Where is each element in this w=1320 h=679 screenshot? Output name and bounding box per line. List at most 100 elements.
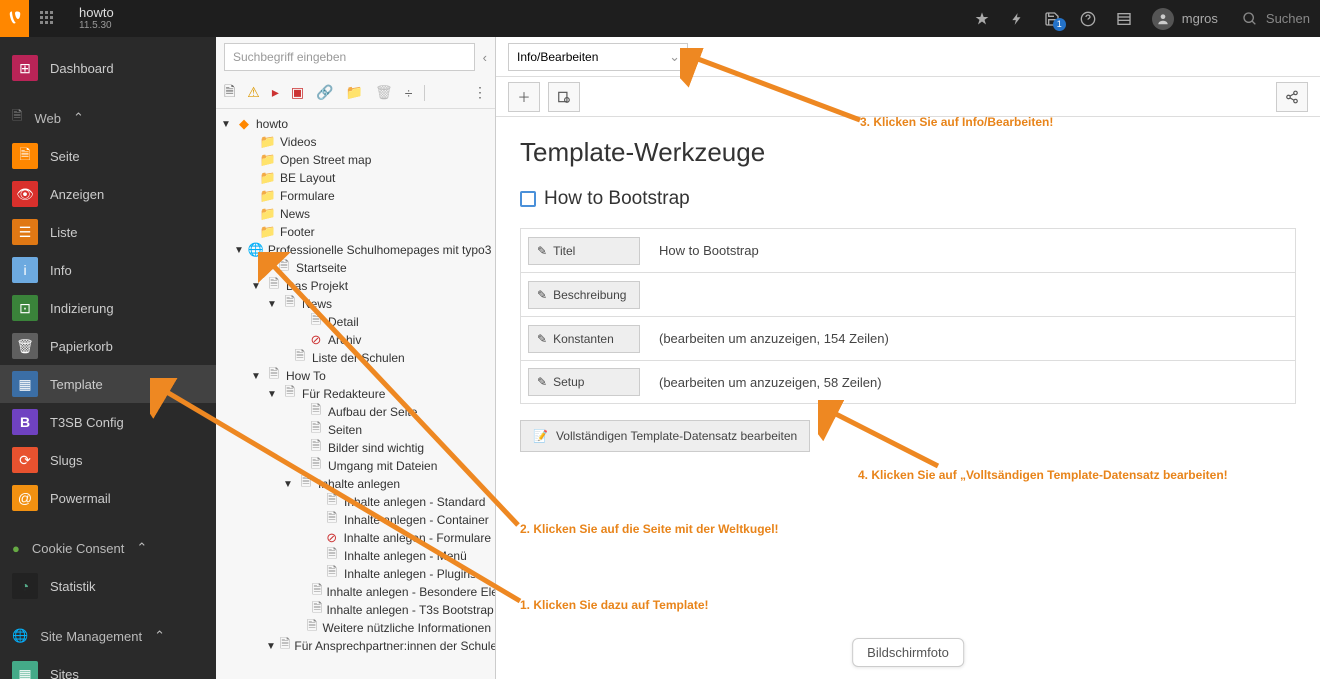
- row-description: ✎Beschreibung: [520, 272, 1296, 316]
- folder-icon: 📁: [260, 206, 276, 222]
- share-button[interactable]: [1276, 82, 1308, 112]
- module-dashboard[interactable]: ⊞Dashboard: [0, 49, 216, 87]
- edit-setup-button[interactable]: ✎Setup: [528, 368, 640, 396]
- apps-grid-icon[interactable]: [39, 10, 57, 28]
- page-icon: 🗎: [308, 314, 324, 330]
- tree-node[interactable]: 🗎Inhalte anlegen - T3s Bootstrap: [216, 601, 495, 619]
- page-icon: 🗎: [308, 458, 324, 474]
- tree-node[interactable]: 📁Open Street map: [216, 151, 495, 169]
- search-box[interactable]: Suchen: [1242, 11, 1310, 27]
- module-sites[interactable]: ▦Sites: [0, 655, 216, 679]
- tree-node[interactable]: 📁Formulare: [216, 187, 495, 205]
- page-mount-icon[interactable]: ▣: [291, 84, 304, 101]
- tree-node[interactable]: 🗎Bilder sind wichtig: [216, 439, 495, 457]
- tree-node-siteroot[interactable]: ▼🌐Professionelle Schulhomepages mit typo…: [216, 241, 495, 259]
- module-t3sb[interactable]: BT3SB Config: [0, 403, 216, 441]
- tree-node[interactable]: 🗎Seiten: [216, 421, 495, 439]
- avatar-icon: [1152, 8, 1174, 30]
- edit-title-button[interactable]: ✎Titel: [528, 237, 640, 265]
- tree-node[interactable]: 🗎Umgang mit Dateien: [216, 457, 495, 475]
- page-icon: 🗎: [308, 440, 324, 456]
- user-menu[interactable]: mgros: [1152, 8, 1218, 30]
- flash-icon[interactable]: [1010, 11, 1024, 27]
- tree-root[interactable]: ▼◆howto: [216, 115, 495, 133]
- setup-value: (bearbeiten um anzuzeigen, 58 Zeilen): [647, 375, 894, 390]
- more-icon[interactable]: ⋮: [473, 84, 487, 101]
- mode-select[interactable]: Info/Bearbeiten: [508, 43, 688, 71]
- new-record-button[interactable]: ＋: [508, 82, 540, 112]
- module-trash[interactable]: 🗑Papierkorb: [0, 327, 216, 365]
- page-heading: Template-Werkzeuge: [520, 137, 1296, 168]
- folder-icon: 📁: [260, 170, 276, 186]
- tree-node[interactable]: 📁News: [216, 205, 495, 223]
- page-icon: 🗎: [282, 296, 298, 312]
- help-icon[interactable]: [1080, 11, 1096, 27]
- star-icon[interactable]: [974, 11, 990, 27]
- tree-node[interactable]: ▼🗎News: [216, 295, 495, 313]
- page-hidden-icon[interactable]: ⚠: [247, 84, 260, 101]
- tree-node[interactable]: 🗎Weitere nützliche Informationen: [216, 619, 495, 637]
- page-shortcut-icon[interactable]: ▸: [272, 84, 279, 101]
- tree-node[interactable]: ▼🗎Für Ansprechpartner:innen der Schulen: [216, 637, 495, 655]
- module-template[interactable]: ▦Template: [0, 365, 216, 403]
- eye-icon: 👁: [12, 181, 38, 207]
- tree-node[interactable]: 🗎Inhalte anlegen - Menü: [216, 547, 495, 565]
- tree-node[interactable]: ⊘Archiv: [216, 331, 495, 349]
- module-info[interactable]: iInfo: [0, 251, 216, 289]
- list-icon[interactable]: [1116, 11, 1132, 27]
- page-tree: ▼◆howto 📁Videos 📁Open Street map 📁BE Lay…: [216, 109, 495, 679]
- page-icon: 🗎: [12, 143, 38, 169]
- tree-node[interactable]: 🗎Detail: [216, 313, 495, 331]
- tree-node[interactable]: 📁BE Layout: [216, 169, 495, 187]
- module-powermail[interactable]: @Powermail: [0, 479, 216, 517]
- tree-node[interactable]: 📁Footer: [216, 223, 495, 241]
- link-icon[interactable]: 🔗: [316, 84, 333, 101]
- module-list[interactable]: ☰Liste: [0, 213, 216, 251]
- tree-node[interactable]: 🗎Liste der Schulen: [216, 349, 495, 367]
- page-restricted-icon: ⊘: [324, 530, 340, 546]
- module-page[interactable]: 🗎Seite: [0, 137, 216, 175]
- group-site[interactable]: 🌐Site Management⌃: [0, 617, 216, 655]
- page-icon: 🗎: [266, 368, 282, 384]
- tree-node[interactable]: 🗎Inhalte anlegen - Standard: [216, 493, 495, 511]
- edit-description-button[interactable]: ✎Beschreibung: [528, 281, 640, 309]
- tree-node[interactable]: ▼🗎Für Redakteure: [216, 385, 495, 403]
- page-icon: 🗎: [292, 350, 308, 366]
- new-page-icon[interactable]: 🗎: [224, 81, 235, 105]
- row-title: ✎Titel How to Bootstrap: [520, 228, 1296, 272]
- divider-icon[interactable]: ÷: [405, 85, 413, 101]
- collapse-tree-icon[interactable]: ‹: [483, 50, 487, 65]
- tree-node[interactable]: 🗎Inhalte anlegen - Besondere Elemente: [216, 583, 495, 601]
- template-icon: ▦: [12, 371, 38, 397]
- tree-node[interactable]: ▼🗎Das Projekt: [216, 277, 495, 295]
- tree-node[interactable]: 🗎Startseite: [216, 259, 495, 277]
- tree-node[interactable]: 🗎Inhalte anlegen - Container: [216, 511, 495, 529]
- tree-node[interactable]: 🗎Aufbau der Seite: [216, 403, 495, 421]
- module-view[interactable]: 👁Anzeigen: [0, 175, 216, 213]
- app-name: howto: [79, 6, 114, 20]
- bootstrap-icon: B: [12, 409, 38, 435]
- group-cookie[interactable]: ●Cookie Consent⌃: [0, 529, 216, 567]
- tree-node[interactable]: 🗎Inhalte anlegen - Plugins: [216, 565, 495, 583]
- delete-icon[interactable]: 🗑: [375, 84, 393, 101]
- tree-node[interactable]: ▼🗎Inhalte anlegen: [216, 475, 495, 493]
- view-page-button[interactable]: [548, 82, 580, 112]
- tree-search-input[interactable]: [224, 43, 475, 71]
- pencil-icon: ✎: [537, 244, 547, 258]
- mode-select-wrapper[interactable]: Info/Bearbeiten ⌄: [508, 43, 688, 71]
- tree-node[interactable]: ⊘Inhalte anlegen - Formulare: [216, 529, 495, 547]
- globe-icon: 🌐: [248, 242, 264, 258]
- module-slugs[interactable]: ⟳Slugs: [0, 441, 216, 479]
- edit-full-template-button[interactable]: 📝 Vollständigen Template-Datensatz bearb…: [520, 420, 810, 452]
- edit-constants-button[interactable]: ✎Konstanten: [528, 325, 640, 353]
- folder-icon: 📁: [260, 134, 276, 150]
- save-icon[interactable]: 1: [1044, 11, 1060, 27]
- tree-node[interactable]: 📁Videos: [216, 133, 495, 151]
- folder-icon[interactable]: 📁: [346, 84, 363, 101]
- module-indexing[interactable]: ⊡Indizierung: [0, 289, 216, 327]
- tree-node[interactable]: ▼🗎How To: [216, 367, 495, 385]
- group-web[interactable]: 🗎Web⌃: [0, 99, 216, 137]
- typo3-logo[interactable]: [0, 0, 29, 37]
- folder-icon: 📁: [260, 152, 276, 168]
- module-statistics[interactable]: ◔Statistik: [0, 567, 216, 605]
